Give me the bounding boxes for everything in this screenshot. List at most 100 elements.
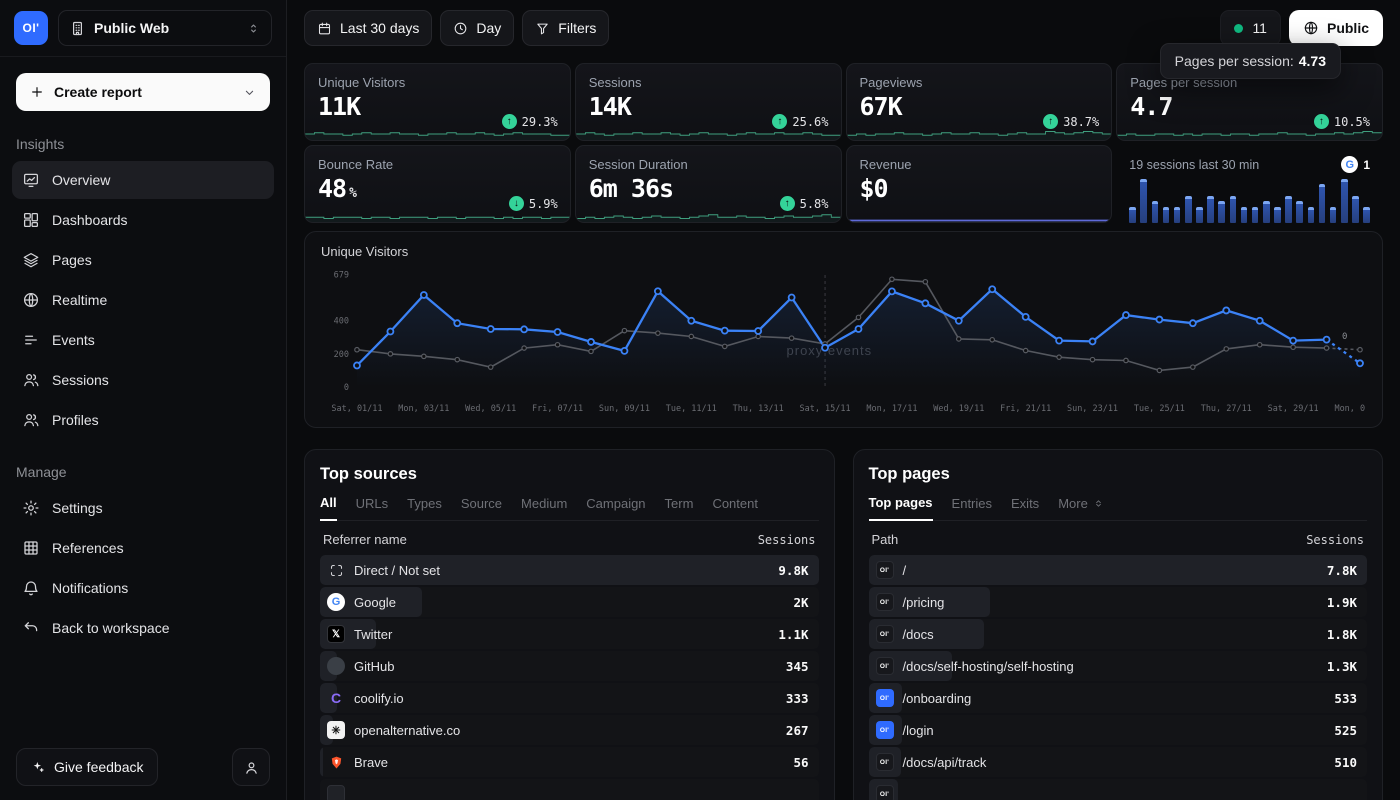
sidebar-item-profiles[interactable]: Profiles xyxy=(12,401,274,439)
svg-text:Tue, 25/11: Tue, 25/11 xyxy=(1134,404,1185,414)
undo-icon xyxy=(22,619,40,637)
topbar-right: 11 Public xyxy=(1220,10,1383,46)
live-visitors-button[interactable]: 11 xyxy=(1220,10,1281,46)
live-dot-icon xyxy=(1234,24,1243,33)
sidebar-item-events[interactable]: Events xyxy=(12,321,274,359)
svg-text:Tue, 11/11: Tue, 11/11 xyxy=(666,404,717,414)
table-row[interactable]: OI' xyxy=(869,779,1368,800)
tab-top-pages[interactable]: Top pages xyxy=(869,495,933,521)
stat-card-bounce-rate[interactable]: Bounce Rate48%↓5.9% xyxy=(304,145,571,223)
clock-icon xyxy=(453,21,468,36)
openpanel-favicon: OI' xyxy=(876,657,894,675)
stat-card-session-duration[interactable]: Session Duration6m 36s↑5.8% xyxy=(575,145,842,223)
dashboards-icon xyxy=(22,211,40,229)
tooltip-pages-per-session: Pages per session:4.73 xyxy=(1160,43,1341,79)
row-value: 333 xyxy=(786,691,809,706)
table-row[interactable]: OI'/docs/self-hosting/self-hosting1.3K xyxy=(869,651,1368,681)
realtime-bar xyxy=(1252,207,1259,223)
realtime-bar xyxy=(1152,201,1159,223)
stat-card-revenue[interactable]: Revenue$0 xyxy=(846,145,1113,223)
tab-content[interactable]: Content xyxy=(712,495,758,520)
tooltip-value: 4.73 xyxy=(1299,53,1326,69)
tab-more[interactable]: More xyxy=(1058,495,1105,520)
chevron-down-icon xyxy=(242,85,257,100)
realtime-sessions-card[interactable]: 19 sessions last 30 minG1 xyxy=(1116,145,1383,223)
tab-term[interactable]: Term xyxy=(665,495,694,520)
table-row[interactable]: OI'/docs/api/track510 xyxy=(869,747,1368,777)
sidebar-item-dashboards[interactable]: Dashboards xyxy=(12,201,274,239)
stat-delta-badge: ↑25.6% xyxy=(772,114,828,129)
table-row[interactable]: OI'/onboarding533 xyxy=(869,683,1368,713)
interval-button[interactable]: Day xyxy=(440,10,514,46)
unique-visitors-chart[interactable]: 6794002000proxy events0Sat, 01/11Mon, 03… xyxy=(321,259,1366,421)
realtime-bar xyxy=(1308,207,1315,223)
sidebar-item-label: Dashboards xyxy=(52,212,128,228)
chevrons-updown-icon xyxy=(1092,497,1105,510)
stat-label: Bounce Rate xyxy=(318,157,557,172)
main-content: Last 30 days Day Filters 11 Public xyxy=(287,0,1400,800)
interval-label: Day xyxy=(476,20,501,36)
table-row[interactable]: ✳openalternative.co267 xyxy=(320,715,819,745)
tab-urls[interactable]: URLs xyxy=(356,495,389,520)
sidebar-item-sessions[interactable]: Sessions xyxy=(12,361,274,399)
github-icon xyxy=(327,657,345,675)
stat-delta-badge: ↑10.5% xyxy=(1314,114,1370,129)
sidebar-header: OI' Public Web xyxy=(0,0,286,57)
tab-entries[interactable]: Entries xyxy=(952,495,992,520)
unique-visitors-chart-card: Unique Visitors 6794002000proxy events0S… xyxy=(304,231,1383,428)
stat-card-pageviews[interactable]: Pageviews67K↑38.7% xyxy=(846,63,1113,141)
give-feedback-button[interactable]: Give feedback xyxy=(16,748,158,786)
row-label: /docs xyxy=(903,627,934,642)
sidebar-item-notifications[interactable]: Notifications xyxy=(12,569,274,607)
direct-traffic-icon xyxy=(327,561,345,579)
stat-label: Revenue xyxy=(860,157,1099,172)
user-icon xyxy=(243,759,260,776)
table-tabs: Top pages Entries Exits More xyxy=(869,495,1368,521)
tab-all[interactable]: All xyxy=(320,495,337,521)
public-label: Public xyxy=(1327,20,1369,36)
sidebar-item-pages[interactable]: Pages xyxy=(12,241,274,279)
svg-text:0: 0 xyxy=(344,383,349,393)
column-left-label: Path xyxy=(872,532,899,547)
table-row[interactable]: Direct / Not set9.8K xyxy=(320,555,819,585)
tab-types[interactable]: Types xyxy=(407,495,442,520)
sidebar-item-overview[interactable]: Overview xyxy=(12,161,274,199)
user-menu-button[interactable] xyxy=(232,748,270,786)
svg-text:Sat, 29/11: Sat, 29/11 xyxy=(1268,404,1319,414)
date-range-button[interactable]: Last 30 days xyxy=(304,10,432,46)
stat-card-sessions[interactable]: Sessions14K↑25.6% xyxy=(575,63,842,141)
table-row[interactable]: OI'/docs1.8K xyxy=(869,619,1368,649)
row-label: /docs/api/track xyxy=(903,755,987,770)
openpanel-favicon: OI' xyxy=(876,689,894,707)
realtime-bar xyxy=(1296,201,1303,223)
tab-campaign[interactable]: Campaign xyxy=(586,495,645,520)
sidebar-item-settings[interactable]: Settings xyxy=(12,489,274,527)
sidebar-item-references[interactable]: References xyxy=(12,529,274,567)
stat-card-unique-visitors[interactable]: Unique Visitors11K↑29.3% xyxy=(304,63,571,141)
tab-source[interactable]: Source xyxy=(461,495,502,520)
table-row[interactable]: Brave56 xyxy=(320,747,819,777)
table-row[interactable]: 𝕏Twitter1.1K xyxy=(320,619,819,649)
create-report-button[interactable]: Create report xyxy=(16,73,270,111)
sidebar-item-realtime[interactable]: Realtime xyxy=(12,281,274,319)
table-row[interactable]: OI'/login525 xyxy=(869,715,1368,745)
realtime-bar xyxy=(1163,207,1170,223)
table-row[interactable]: OI'/7.8K xyxy=(869,555,1368,585)
workspace-selector[interactable]: Public Web xyxy=(58,10,272,46)
public-share-button[interactable]: Public xyxy=(1289,10,1383,46)
row-value-bar xyxy=(320,747,323,777)
sidebar-item-label: Settings xyxy=(52,500,103,516)
tab-medium[interactable]: Medium xyxy=(521,495,567,520)
table-row[interactable] xyxy=(320,779,819,800)
building-icon xyxy=(69,20,86,37)
filters-button[interactable]: Filters xyxy=(522,10,609,46)
table-row[interactable]: GGoogle2K xyxy=(320,587,819,617)
tab-exits[interactable]: Exits xyxy=(1011,495,1039,520)
gear-icon xyxy=(22,499,40,517)
table-row[interactable]: GitHub345 xyxy=(320,651,819,681)
column-right-label: Sessions xyxy=(1306,533,1364,547)
sidebar-item-back-to-workspace[interactable]: Back to workspace xyxy=(12,609,274,647)
table-row[interactable]: Ccoolify.io333 xyxy=(320,683,819,713)
table-row[interactable]: OI'/pricing1.9K xyxy=(869,587,1368,617)
stat-label: Pageviews xyxy=(860,75,1099,90)
